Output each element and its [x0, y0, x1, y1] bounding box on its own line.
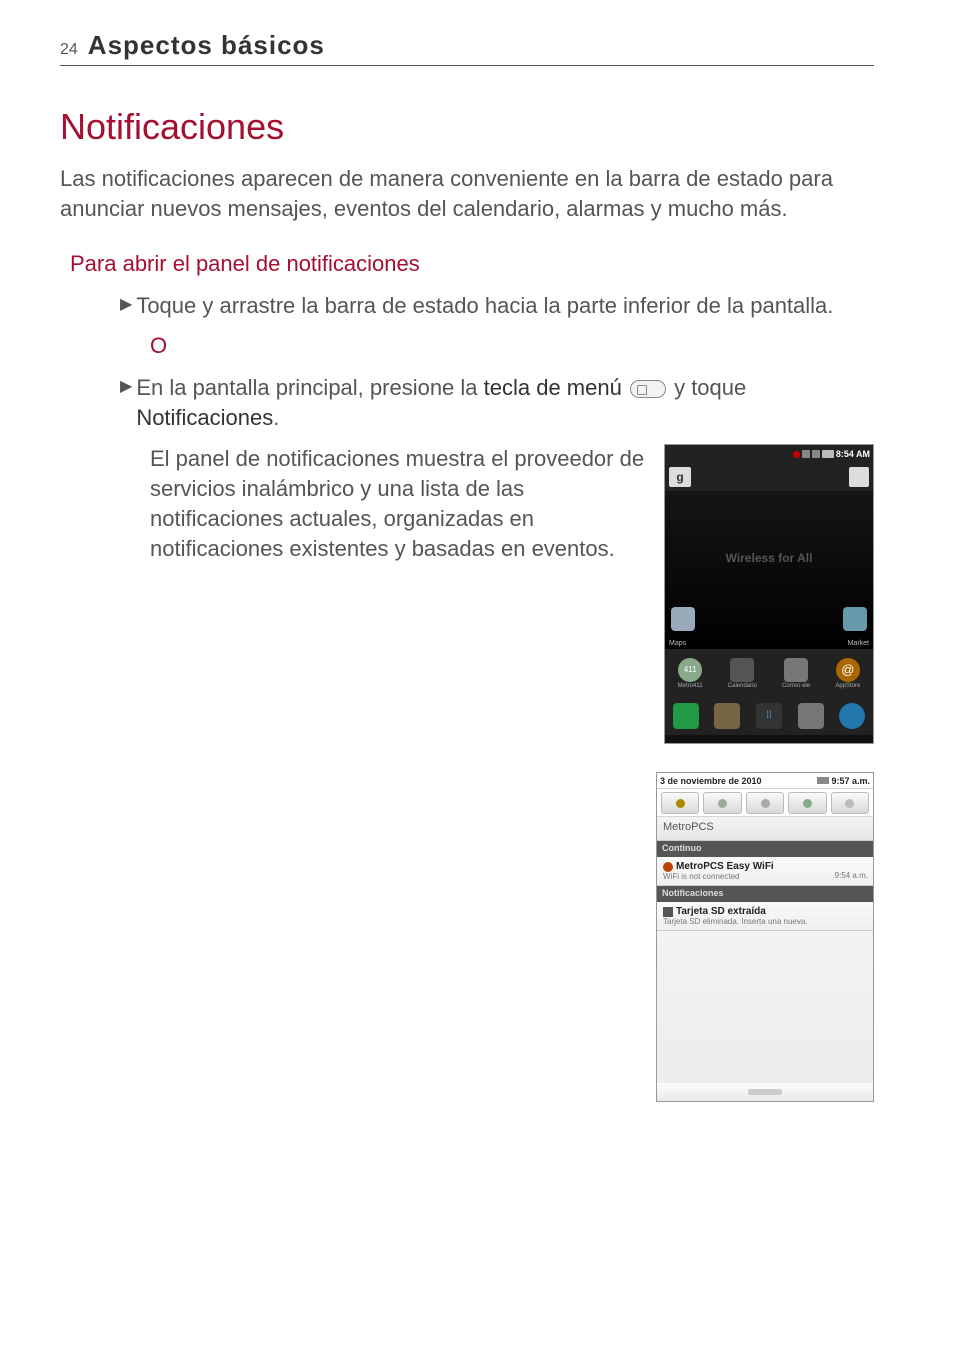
notification-item-sd: Tarjeta SD extraída Tarjeta SD eliminada…: [657, 902, 873, 931]
bluetooth-icon: [761, 799, 770, 808]
wifi-toggle: [703, 792, 741, 814]
calendar-icon: [730, 658, 754, 682]
market-app-icon: [843, 607, 867, 631]
email-icon: [784, 658, 808, 682]
chapter-title: Aspectos básicos: [88, 30, 325, 61]
text-fragment: En la pantalla principal, presione la: [136, 375, 483, 400]
empty-area: [657, 931, 873, 1083]
sound-toggle: [661, 792, 699, 814]
nav-dock: ⁞⁞: [665, 697, 873, 735]
wallpaper-area: Wireless for All Maps Market: [665, 491, 873, 649]
panel-description: El panel de notificaciones muestra el pr…: [150, 444, 646, 563]
microphone-icon: [849, 467, 869, 487]
notifications-section-header: Notificaciones: [657, 886, 873, 902]
menu-key-icon: [630, 380, 666, 398]
dock-app: Correo ele: [782, 658, 810, 689]
grip-icon: [748, 1089, 782, 1095]
battery-icon: [822, 450, 834, 458]
apps-nav-icon: ⁞⁞: [756, 703, 782, 729]
wifi-icon: [718, 799, 727, 808]
home-screen-screenshot: 8:54 AM g Wireless for All Maps Market 4…: [664, 444, 874, 744]
appstore-icon: @: [836, 658, 860, 682]
signal-icon: [812, 450, 820, 458]
or-separator: O: [150, 333, 874, 359]
maps-app-icon: [671, 607, 695, 631]
notification-item-wifi: MetroPCS Easy WiFi WiFi is not connected…: [657, 857, 873, 886]
triangle-bullet-icon: ▶: [120, 291, 132, 319]
phone-nav-icon: [673, 703, 699, 729]
triangle-bullet-icon: ▶: [120, 373, 132, 401]
step-text: Toque y arrastre la barra de estado haci…: [136, 291, 874, 321]
dock-app: @AppStore: [835, 658, 860, 689]
metro411-icon: 411: [678, 658, 702, 682]
panel-drag-handle: [657, 1083, 873, 1101]
instruction-step-1: ▶ Toque y arrastre la barra de estado ha…: [120, 291, 874, 321]
status-time: 9:57 a.m.: [831, 776, 870, 786]
gps-toggle: [788, 792, 826, 814]
section-title: Notificaciones: [60, 106, 874, 148]
airplane-toggle: [831, 792, 869, 814]
notification-time: 9:54 a.m.: [835, 871, 868, 880]
browser-nav-icon: [839, 703, 865, 729]
wallpaper-text: Wireless for All: [665, 551, 873, 565]
google-icon: g: [669, 467, 691, 487]
recording-indicator-icon: [793, 451, 800, 458]
text-fragment: .: [273, 405, 279, 430]
app-label: Calendario: [728, 683, 757, 689]
dock-app: 411Metro411: [678, 658, 703, 689]
subsection-title: Para abrir el panel de notificaciones: [70, 251, 874, 277]
step-text: En la pantalla principal, presione la te…: [136, 373, 874, 432]
sd-card-icon: [663, 907, 673, 917]
bluetooth-toggle: [746, 792, 784, 814]
dock-app: Calendario: [728, 658, 757, 689]
signal-icon: [802, 450, 810, 458]
wifi-notification-icon: [663, 862, 673, 872]
notification-panel-screenshot: 3 de noviembre de 2010 9:57 a.m. MetroPC…: [656, 772, 874, 1102]
instruction-step-2: ▶ En la pantalla principal, presione la …: [120, 373, 874, 432]
status-bar: 8:54 AM: [665, 445, 873, 463]
intro-paragraph: Las notificaciones aparecen de manera co…: [60, 164, 874, 223]
gps-icon: [803, 799, 812, 808]
status-bar: 3 de noviembre de 2010 9:57 a.m.: [657, 773, 873, 789]
quick-settings-row: [657, 789, 873, 817]
status-date: 3 de noviembre de 2010: [660, 776, 762, 786]
notification-subtitle: Tarjeta SD eliminada. Inserta una nueva.: [663, 917, 867, 926]
app-label: Market: [848, 640, 869, 647]
page-header: 24 Aspectos básicos: [60, 30, 874, 66]
notification-title: MetroPCS Easy WiFi: [676, 861, 774, 872]
notification-title: Tarjeta SD extraída: [676, 906, 766, 917]
text-fragment: y toque: [668, 375, 746, 400]
battery-icon: [817, 777, 829, 784]
messaging-nav-icon: [798, 703, 824, 729]
app-label: Maps: [669, 640, 686, 647]
notifications-label: Notificaciones: [136, 405, 273, 430]
app-label: AppStore: [835, 683, 860, 689]
menu-key-label: tecla de menú: [484, 375, 622, 400]
page-number: 24: [60, 41, 78, 59]
app-dock-row: 411Metro411 Calendario Correo ele @AppSt…: [665, 649, 873, 697]
app-label: Correo ele: [782, 683, 810, 689]
carrier-label: MetroPCS: [657, 817, 873, 841]
app-label: Metro411: [678, 683, 703, 689]
search-widget: g: [665, 463, 873, 491]
ongoing-section-header: Continuo: [657, 841, 873, 857]
contacts-nav-icon: [714, 703, 740, 729]
airplane-icon: [845, 799, 854, 808]
status-time: 8:54 AM: [836, 449, 870, 459]
sound-icon: [676, 799, 685, 808]
